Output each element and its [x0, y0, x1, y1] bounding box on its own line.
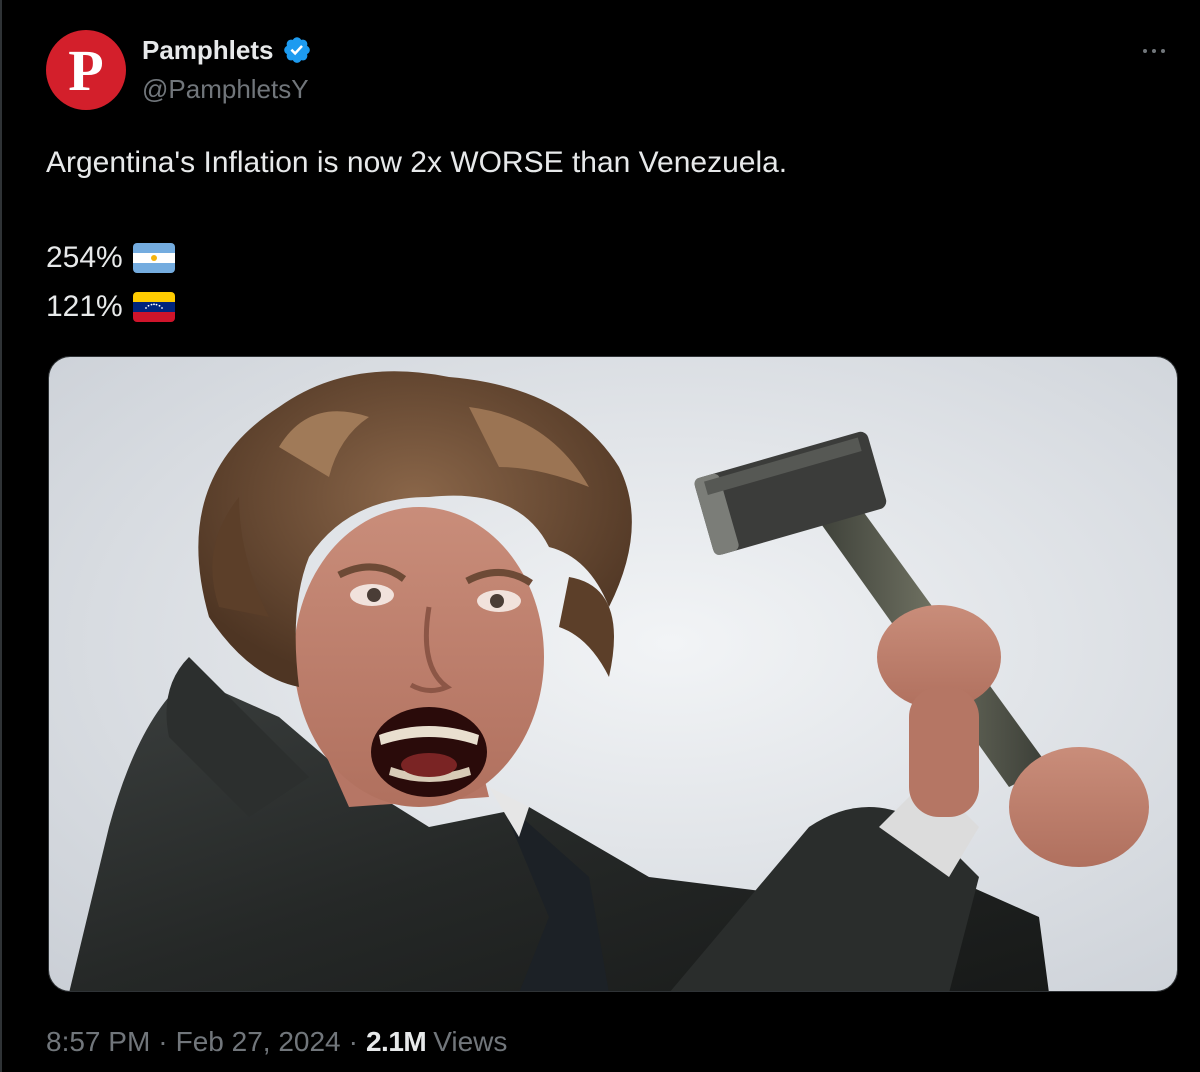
meta-separator: ·: [158, 1026, 168, 1057]
stat-line-argentina: 254%: [46, 238, 175, 278]
more-options-button[interactable]: [1134, 36, 1174, 66]
meta-separator: ·: [348, 1026, 358, 1057]
stat-line-venezuela: 121%: [46, 287, 175, 327]
tweet-meta: 8:57 PM · Feb 27, 2024 · 2.1M Views: [46, 1026, 507, 1058]
photo-illustration: [49, 357, 1177, 991]
tweet-time[interactable]: 8:57 PM: [46, 1026, 150, 1058]
author-display-name[interactable]: Pamphlets: [142, 35, 274, 66]
avatar[interactable]: P: [46, 30, 126, 110]
more-horizontal-icon: [1143, 49, 1165, 53]
views-count: 2.1M: [365, 1026, 427, 1057]
venezuela-flag-icon: [132, 292, 175, 322]
tweet-headline: Argentina's Inflation is now 2x WORSE th…: [46, 146, 788, 179]
author-handle[interactable]: @PamphletsY: [142, 74, 309, 105]
argentina-flag-icon: [132, 243, 175, 273]
tweet-card: P Pamphlets @PamphletsY Argentina's Infl…: [0, 0, 1200, 1072]
tweet-date[interactable]: Feb 27, 2024: [176, 1026, 341, 1058]
views-label: Views: [433, 1026, 508, 1057]
stat-value-argentina: 254%: [46, 241, 123, 274]
stat-value-venezuela: 121%: [46, 290, 123, 323]
avatar-logo-letter: P: [68, 38, 104, 103]
tweet-media-photo[interactable]: [48, 356, 1178, 992]
verified-badge-icon: [282, 35, 312, 65]
author-name-row: Pamphlets: [142, 33, 312, 67]
